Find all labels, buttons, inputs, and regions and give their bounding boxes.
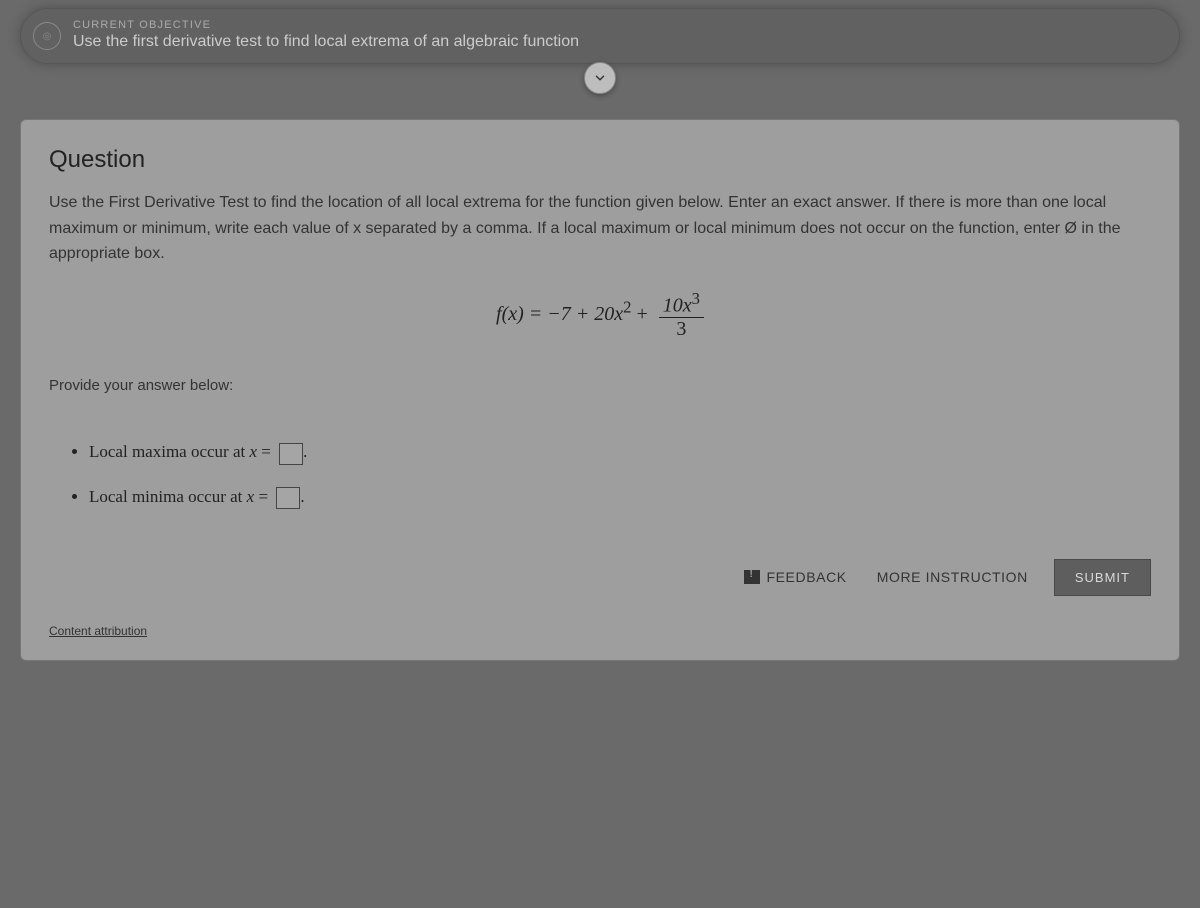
formula-fraction: 10x3 3 [659,289,704,342]
feedback-icon [744,570,760,584]
formula-plus: + [631,303,652,325]
action-row: FEEDBACK MORE INSTRUCTION SUBMIT [49,559,1151,596]
more-instruction-label: MORE INSTRUCTION [877,569,1028,585]
question-prompt: Use the First Derivative Test to find th… [49,190,1151,267]
equals: = [257,442,275,461]
equals: = [254,487,272,506]
objective-label: CURRENT OBJECTIVE [73,19,1155,31]
question-card: Question Use the First Derivative Test t… [20,119,1180,661]
var-x: x [249,442,257,461]
formula-frac-num: 10x [663,294,692,316]
feedback-label: FEEDBACK [766,569,846,585]
local-maxima-input[interactable] [279,443,303,465]
expand-toggle[interactable] [584,62,616,94]
submit-button[interactable]: SUBMIT [1054,559,1151,596]
objective-bar: ◎ CURRENT OBJECTIVE Use the first deriva… [20,8,1180,64]
question-heading: Question [49,146,1151,174]
local-maxima-row: Local maxima occur at x = . [89,442,1151,464]
local-minima-input[interactable] [276,487,300,509]
target-icon: ◎ [33,22,61,50]
content-attribution-link[interactable]: Content attribution [49,624,147,638]
formula-lhs: f(x) = −7 + 20x [496,303,623,325]
provide-answer-label: Provide your answer below: [49,377,1151,394]
local-minima-row: Local minima occur at x = . [89,487,1151,509]
chevron-down-icon [593,71,607,85]
objective-text: Use the first derivative test to find lo… [73,33,1155,51]
formula-exp3: 3 [692,289,700,308]
formula-frac-den: 3 [659,318,704,341]
answers-block: Local maxima occur at x = . Local minima… [49,442,1151,508]
feedback-button[interactable]: FEEDBACK [740,561,850,593]
question-formula: f(x) = −7 + 20x2 + 10x33 [49,289,1151,342]
more-instruction-button[interactable]: MORE INSTRUCTION [873,561,1032,593]
maxima-label: Local maxima occur at [89,442,249,461]
minima-label: Local minima occur at [89,487,247,506]
